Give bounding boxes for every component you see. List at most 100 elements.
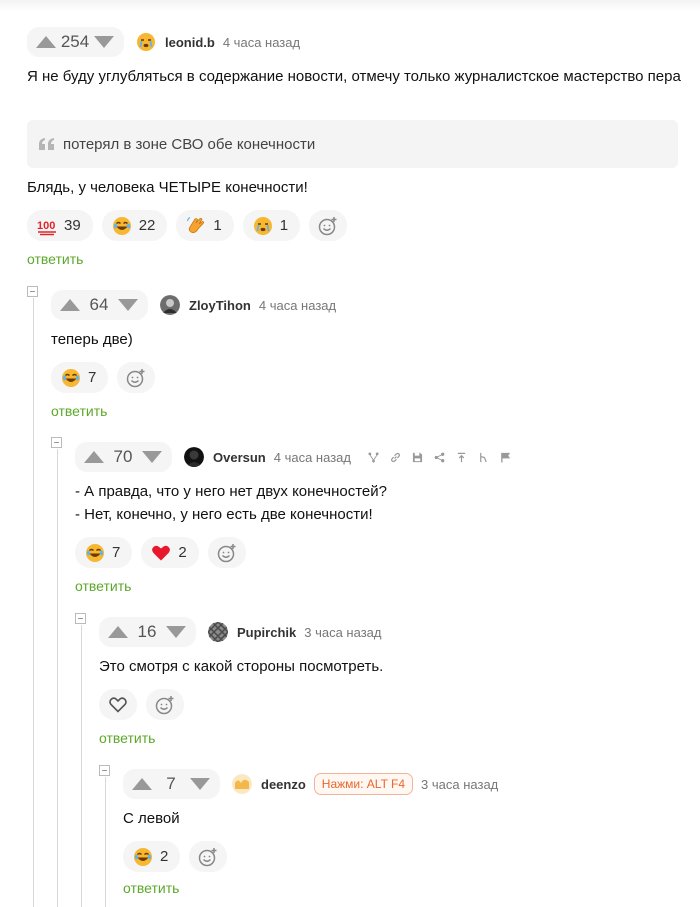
comment-time[interactable]: 4 часа назад bbox=[223, 35, 300, 50]
avatar[interactable] bbox=[184, 447, 204, 467]
comment: 16 Pupirchik 3 часа назад Это смотря с к… bbox=[99, 617, 687, 757]
add-reaction-button[interactable] bbox=[146, 689, 184, 720]
laughing-face-icon bbox=[61, 367, 81, 388]
comment-time[interactable]: 3 часа назад bbox=[421, 777, 498, 792]
like-button[interactable] bbox=[99, 689, 137, 720]
thread-line bbox=[81, 625, 82, 907]
collapse-thread-button[interactable] bbox=[27, 286, 38, 297]
upvote-icon[interactable] bbox=[107, 624, 129, 640]
heart-outline-icon bbox=[109, 696, 127, 713]
avatar[interactable] bbox=[136, 32, 156, 52]
reaction-wave[interactable]: 1 bbox=[176, 210, 234, 241]
rating-value: 7 bbox=[166, 774, 176, 793]
avatar[interactable] bbox=[232, 774, 252, 794]
collapse-thread-button[interactable] bbox=[75, 613, 86, 624]
reply-link[interactable]: ответить bbox=[27, 251, 83, 267]
comment-text-line: - А правда, что у него нет двух конечнос… bbox=[75, 483, 387, 500]
hierarchy-icon[interactable] bbox=[363, 450, 385, 464]
reaction-count: 7 bbox=[112, 544, 121, 561]
comment: 70 Oversun 4 часа назад - А правда, что … bbox=[75, 442, 687, 602]
add-emoji-icon bbox=[217, 542, 236, 562]
top-shadow bbox=[0, 0, 700, 12]
comment-header: 16 Pupirchik 3 часа назад bbox=[99, 617, 381, 647]
reply-link[interactable]: ответить bbox=[123, 880, 179, 896]
thread-line bbox=[57, 449, 58, 907]
quote-icon bbox=[39, 138, 55, 150]
downvote-icon[interactable] bbox=[189, 776, 211, 792]
reply-link[interactable]: ответить bbox=[75, 578, 131, 594]
comment-text-line: - Нет, конечно, у него есть две конечнос… bbox=[75, 506, 373, 523]
reply-link[interactable]: ответить bbox=[51, 403, 107, 419]
comment-tools bbox=[363, 450, 517, 464]
author-name[interactable]: leonid.b bbox=[165, 35, 215, 50]
rating-value: 70 bbox=[113, 447, 133, 466]
reaction-laugh[interactable]: 7 bbox=[51, 362, 109, 393]
share-icon[interactable] bbox=[429, 450, 451, 464]
avatar[interactable] bbox=[160, 295, 180, 315]
reaction-count: 2 bbox=[178, 544, 187, 561]
upvote-icon[interactable] bbox=[83, 449, 105, 465]
comment-time[interactable]: 4 часа назад bbox=[274, 450, 351, 465]
rating-value: 254 bbox=[60, 32, 90, 51]
reactions-bar: 2 bbox=[123, 841, 228, 872]
reactions-bar: 7 2 bbox=[75, 537, 246, 568]
add-reaction-button[interactable] bbox=[189, 841, 228, 872]
thread-line bbox=[105, 777, 106, 907]
rating-value: 16 bbox=[137, 622, 157, 641]
upvote-icon[interactable] bbox=[131, 776, 153, 792]
add-reaction-button[interactable] bbox=[117, 362, 156, 393]
reaction-laugh[interactable]: 7 bbox=[75, 537, 133, 568]
reactions-bar: 7 bbox=[51, 362, 156, 393]
reaction-count: 22 bbox=[138, 217, 156, 234]
reactions-bar bbox=[99, 689, 184, 720]
comment-text: Блядь, у человека ЧЕТЫРЕ конечности! bbox=[27, 179, 308, 196]
link-icon[interactable] bbox=[385, 450, 407, 464]
quote-block: потерял в зоне СВО обе конечности bbox=[27, 120, 678, 168]
rating-block: 70 bbox=[75, 442, 172, 472]
rating-block: 64 bbox=[51, 290, 148, 320]
reaction-hundred[interactable]: 100 39 bbox=[27, 210, 93, 241]
add-reaction-button[interactable] bbox=[207, 537, 246, 568]
reaction-laugh[interactable]: 22 bbox=[101, 210, 168, 241]
author-name[interactable]: Pupirchik bbox=[237, 625, 296, 640]
collapse-thread-button[interactable] bbox=[51, 437, 62, 448]
comment-header: 7 deenzo Нажми: ALT F4 3 часа назад bbox=[123, 769, 498, 799]
author-name[interactable]: ZloyTihon bbox=[189, 298, 251, 313]
downvote-icon[interactable] bbox=[117, 297, 139, 313]
downvote-icon[interactable] bbox=[165, 624, 187, 640]
laughing-face-icon bbox=[85, 542, 105, 563]
avatar[interactable] bbox=[208, 622, 228, 642]
comment-time[interactable]: 4 часа назад bbox=[259, 298, 336, 313]
user-icon[interactable] bbox=[473, 450, 495, 464]
add-emoji-icon bbox=[155, 694, 175, 714]
rating-block: 7 bbox=[123, 769, 220, 799]
user-badge[interactable]: Нажми: ALT F4 bbox=[313, 773, 414, 795]
reaction-cry[interactable]: 1 bbox=[242, 210, 301, 241]
reaction-count: 1 bbox=[279, 217, 289, 234]
comment-time[interactable]: 3 часа назад bbox=[304, 625, 381, 640]
reaction-count: 1 bbox=[213, 217, 222, 234]
rating-block: 254 bbox=[27, 27, 124, 57]
downvote-icon[interactable] bbox=[93, 34, 115, 50]
comment-text: теперь две) bbox=[51, 331, 133, 348]
reaction-laugh[interactable]: 2 bbox=[123, 841, 181, 872]
comment-header: 70 Oversun 4 часа назад bbox=[75, 442, 517, 472]
reply-link[interactable]: ответить bbox=[99, 730, 155, 746]
save-icon[interactable] bbox=[407, 450, 429, 464]
upload-icon[interactable] bbox=[451, 450, 473, 464]
downvote-icon[interactable] bbox=[141, 449, 163, 465]
crying-face-icon bbox=[252, 215, 273, 236]
author-name[interactable]: Oversun bbox=[213, 450, 266, 465]
reaction-count: 39 bbox=[64, 217, 81, 234]
comment-header: 254 leonid.b 4 часа назад bbox=[27, 27, 300, 57]
upvote-icon[interactable] bbox=[59, 297, 81, 313]
comment-text: Это смотря с какой стороны посмотреть. bbox=[99, 658, 384, 675]
collapse-thread-button[interactable] bbox=[99, 765, 110, 776]
comment-header: 64 ZloyTihon 4 часа назад bbox=[51, 290, 336, 320]
author-name[interactable]: deenzo bbox=[261, 777, 306, 792]
reaction-count: 7 bbox=[88, 369, 97, 386]
flag-icon[interactable] bbox=[495, 450, 517, 464]
add-reaction-button[interactable] bbox=[309, 210, 348, 241]
reaction-heart[interactable]: 2 bbox=[141, 537, 199, 568]
upvote-icon[interactable] bbox=[35, 34, 57, 50]
